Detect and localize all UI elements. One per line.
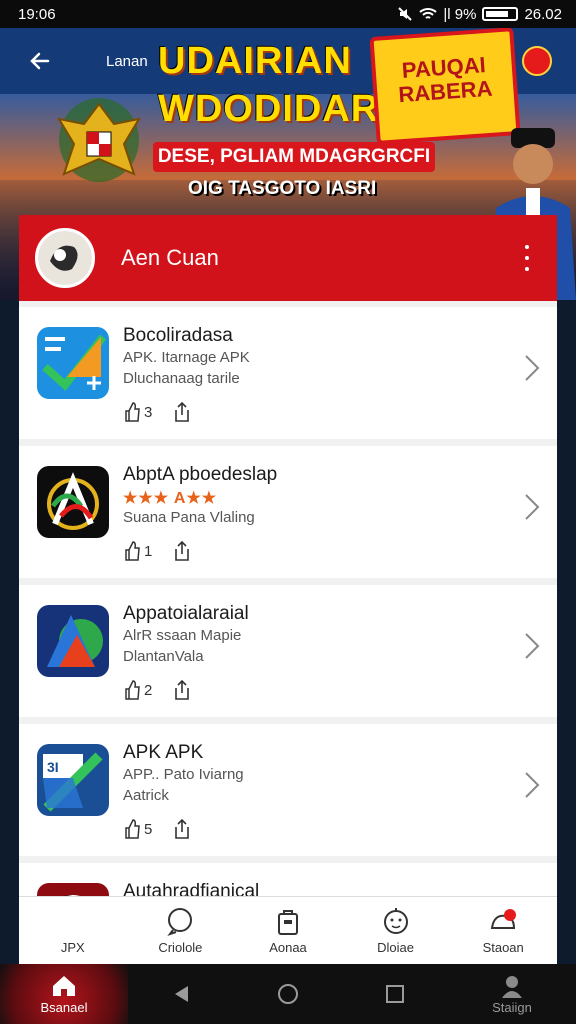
status-bar: 19:06 |l 9% 26.02: [0, 0, 576, 28]
like-button[interactable]: 3: [123, 401, 152, 423]
chevron-right-icon[interactable]: [523, 631, 541, 661]
chevron-right-icon[interactable]: [523, 353, 541, 383]
a-logo-icon: [37, 466, 109, 538]
recents-square-icon: [385, 985, 404, 1003]
system-nav-bar: Bsanael Staiign: [0, 964, 576, 1024]
list-item[interactable]: Bocoliradasa APK. Itarnage APK Dluchanaa…: [19, 307, 557, 439]
tab-label: JPX: [60, 940, 85, 955]
avatar[interactable]: [35, 228, 95, 288]
tab-label: Aonaa: [269, 940, 307, 955]
chevron-right-icon[interactable]: [523, 770, 541, 800]
app-title: Appatoialaraial: [123, 603, 249, 624]
chevron-right-icon[interactable]: [523, 492, 541, 522]
app-title: Bocoliradasa: [123, 325, 233, 346]
nav-back-button[interactable]: [128, 984, 235, 1004]
app-description: DlantanVala: [123, 648, 204, 665]
item-actions: 5: [123, 818, 192, 840]
folder-check-icon: 3I: [37, 744, 109, 816]
nav-home-circle-button[interactable]: [235, 983, 342, 1005]
app-description: Dluchanaag tarile: [123, 370, 240, 387]
thumbs-up-icon: [125, 541, 140, 561]
battery-text: |l 9%: [443, 5, 477, 23]
rating-stars: ★★★ A★★: [123, 490, 218, 507]
back-triangle-icon: [175, 986, 189, 1002]
item-actions: 2: [123, 679, 192, 701]
thumbs-up-icon: [125, 680, 140, 700]
like-button[interactable]: 1: [123, 540, 152, 562]
app-description: Suana Pana Vlaling: [123, 509, 255, 526]
promo-subline: OIG TASGOTO IASRI: [188, 178, 377, 199]
like-count: 5: [144, 820, 153, 838]
app-title: AbptA pboedeslap: [123, 464, 278, 485]
nav-label: Lanan: [106, 52, 148, 70]
chart-check-icon: [37, 327, 109, 399]
like-count: 1: [144, 542, 153, 560]
status-clock-right: 26.02: [524, 5, 562, 23]
list-item[interactable]: AbptA pboedeslap ★★★ A★★ Suana Pana Vlal…: [19, 446, 557, 578]
more-options-icon[interactable]: [519, 245, 535, 271]
app-subtitle: APP.. Pato Iviarng: [123, 766, 244, 783]
app-subtitle: AlrR ssaan Mapie: [123, 627, 242, 644]
item-actions: 1: [123, 540, 192, 562]
list-item[interactable]: Appatoialaraial AlrR ssaan Mapie Dlantan…: [19, 585, 557, 717]
tab-label: Staoan: [482, 940, 524, 955]
tab-face[interactable]: Dloiae: [342, 897, 450, 964]
list-item[interactable]: 3I APK APK APP.. Pato Iviarng Aatrick 5: [19, 724, 557, 856]
status-icons: |l 9% 26.02: [397, 6, 562, 23]
home-label: Bsanael: [40, 999, 88, 1015]
item-actions: 3: [123, 401, 192, 423]
tab-apk[interactable]: JPX: [19, 897, 127, 964]
tab-label: Criolole: [158, 940, 203, 955]
thumbs-up-icon: [125, 819, 140, 839]
home-circle-icon: [278, 984, 298, 1004]
headline-line-1: UDAIRIAN: [158, 40, 352, 82]
bottom-tab-bar: JPX Criolole Aonaa Dloiae Staoan: [19, 896, 557, 964]
app-subtitle: APK. Itarnage APK: [123, 349, 250, 366]
share-icon[interactable]: [172, 818, 192, 840]
garuda-emblem-icon: [56, 98, 142, 182]
profile-label: Staiign: [492, 999, 532, 1015]
like-button[interactable]: 2: [123, 679, 152, 701]
mute-icon: [398, 7, 413, 21]
notification-icon: [491, 909, 517, 929]
back-arrow-icon[interactable]: [20, 41, 60, 81]
face-icon: [383, 908, 408, 934]
thumbs-up-icon: [125, 402, 140, 422]
triangle-logo-icon: [37, 605, 109, 677]
apk-icon: [58, 906, 88, 936]
like-button[interactable]: 5: [123, 818, 152, 840]
app-title: APK APK: [123, 742, 204, 763]
share-icon[interactable]: [172, 401, 192, 423]
share-icon[interactable]: [172, 679, 192, 701]
status-time: 19:06: [18, 5, 56, 23]
share-icon[interactable]: [172, 540, 192, 562]
profile-icon: [502, 975, 523, 998]
promo-red-bar: DESE, PGLIAM MDAGRGRCFI: [153, 142, 435, 172]
flag-badge-icon[interactable]: [522, 46, 552, 76]
svg-text:3I: 3I: [47, 759, 59, 775]
nav-recents-button[interactable]: [341, 984, 448, 1004]
tab-chat[interactable]: Criolole: [127, 897, 235, 964]
card-header: Aen Cuan: [19, 215, 557, 301]
nav-profile-button[interactable]: Staiign: [448, 974, 576, 1015]
like-count: 2: [144, 681, 153, 699]
like-count: 3: [144, 403, 153, 421]
wifi-icon: [419, 8, 438, 19]
chat-icon: [167, 908, 193, 936]
nav-home-button[interactable]: Bsanael: [0, 964, 128, 1024]
bag-icon: [277, 910, 298, 935]
app-description: Aatrick: [123, 787, 169, 804]
tab-label: Dloiae: [377, 940, 414, 955]
battery-icon: [482, 7, 519, 21]
tab-bag[interactable]: Aonaa: [234, 897, 342, 964]
card-title: Aen Cuan: [121, 245, 219, 270]
home-icon: [53, 975, 75, 996]
tab-notification[interactable]: Staoan: [449, 897, 557, 964]
